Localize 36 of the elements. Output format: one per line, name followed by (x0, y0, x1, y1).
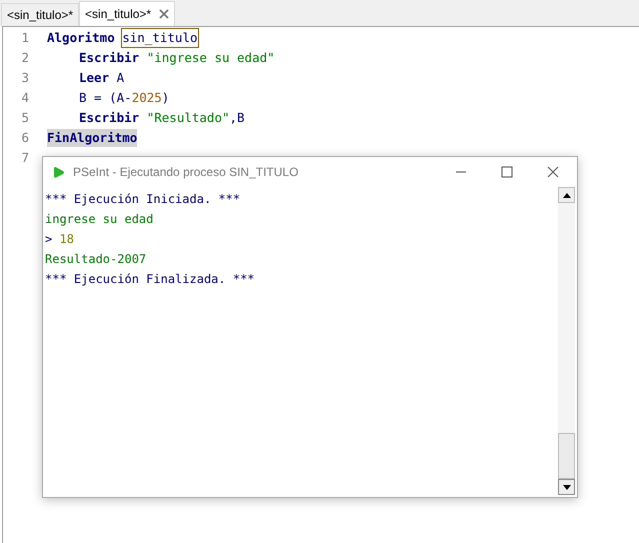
code-token: sin_titulo (122, 28, 198, 48)
close-icon[interactable] (547, 166, 559, 178)
code-token: Algoritmo (47, 28, 115, 47)
app-logo-icon (53, 166, 65, 178)
code-token: A (116, 68, 124, 87)
code-token: "Resultado" (146, 108, 230, 127)
code-token: "ingrese su edad" (146, 48, 275, 67)
console-line: > 18 (45, 231, 74, 248)
console-line: *** Ejecución Finalizada. *** (45, 271, 255, 288)
line-number: 4 (20, 88, 29, 107)
code-token: Escribir (79, 48, 140, 67)
line-number: 1 (20, 28, 29, 47)
code-token: Leer (79, 68, 110, 87)
line-number: 3 (20, 68, 29, 87)
line-number: 6 (20, 128, 29, 147)
line-number: 5 (20, 108, 29, 127)
window-title: PSeInt - Ejecutando proceso SIN_TITULO (73, 164, 298, 181)
console-line: *** Ejecución Iniciada. *** (45, 191, 240, 208)
code-token: 2025 (132, 88, 162, 107)
code-token: B = (A- (79, 88, 132, 107)
editor-tab[interactable]: <sin_titulo>* (1, 3, 80, 26)
close-icon[interactable] (159, 9, 170, 19)
scrollbar[interactable] (558, 187, 575, 495)
scrollbar-thumb[interactable] (558, 433, 575, 479)
console-line: ingrese su edad (45, 211, 154, 228)
code-token: ,B (230, 108, 245, 127)
code-token: FinAlgoritmo (47, 128, 138, 148)
console-line: Resultado-2007 (45, 251, 146, 268)
down-arrow-icon[interactable] (562, 484, 570, 490)
code-token: Escribir (79, 108, 140, 127)
editor-tab[interactable]: <sin_titulo>* (79, 1, 176, 26)
line-number: 7 (20, 148, 29, 167)
up-arrow-icon[interactable] (562, 192, 570, 198)
code-token: ) (162, 88, 170, 107)
maximize-icon[interactable] (501, 166, 513, 178)
line-number: 2 (20, 48, 29, 67)
